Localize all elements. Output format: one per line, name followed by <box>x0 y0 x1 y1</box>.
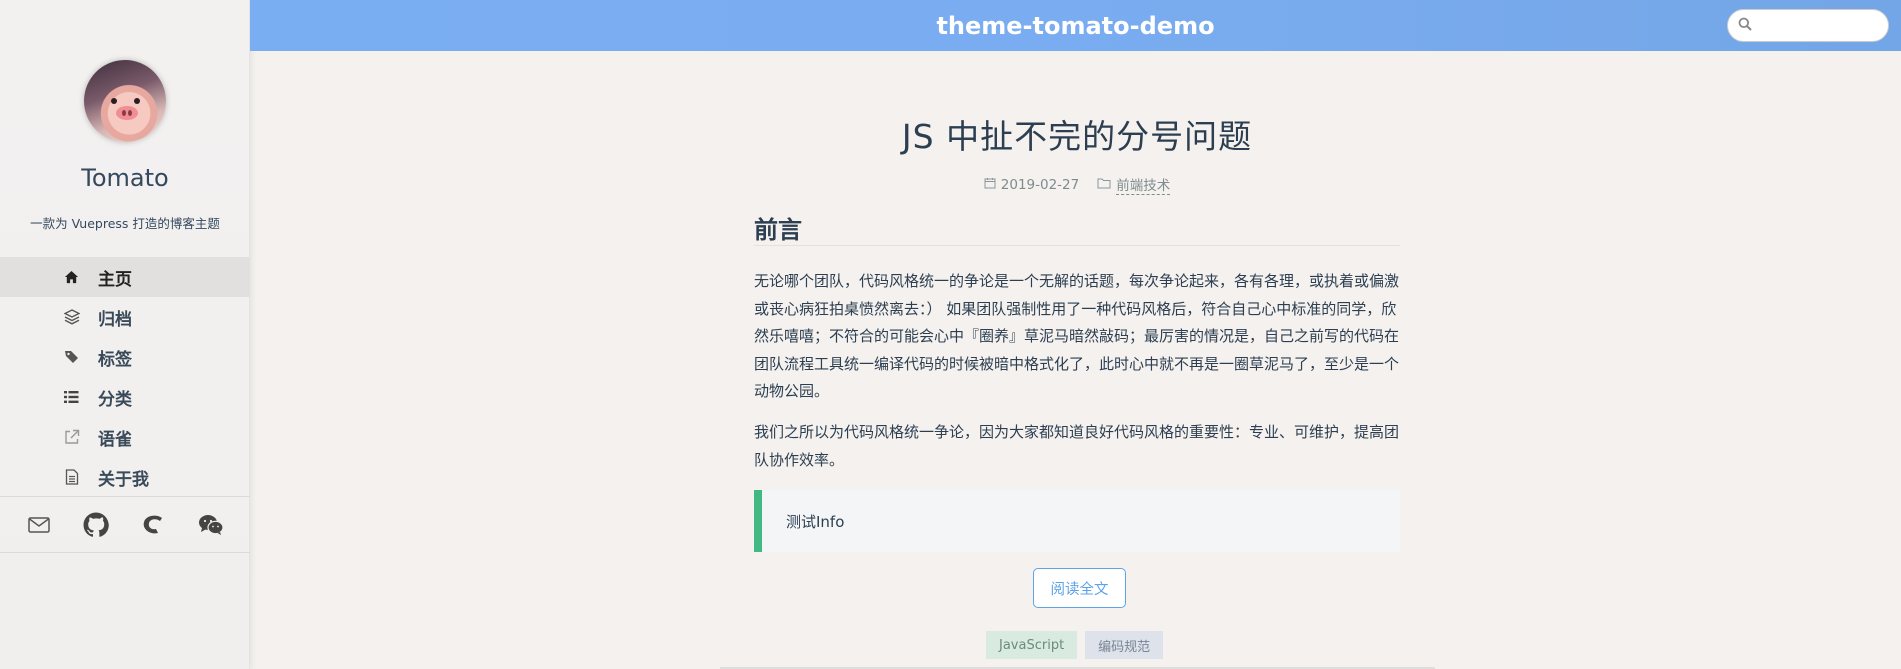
list-icon <box>63 389 80 406</box>
search-icon <box>1738 16 1752 35</box>
sidebar-item-label: 语雀 <box>98 429 132 450</box>
post-meta: 2019-02-27 前端技术 <box>754 174 1400 195</box>
post-date: 2019-02-27 <box>984 177 1079 193</box>
post-paragraph: 我们之所以为代码风格统一争论，因为大家都知道良好代码风格的重要性：专业、可维护，… <box>754 423 1400 469</box>
avatar-eye-left <box>111 98 117 104</box>
search-input[interactable] <box>1758 17 1878 34</box>
sidebar-item-label: 标签 <box>98 349 132 370</box>
yuque-icon[interactable] <box>140 511 168 539</box>
folder-icon <box>1097 177 1111 193</box>
sidebar-item-label: 归档 <box>98 309 132 330</box>
post-category: 前端技术 <box>1097 174 1171 195</box>
site-title[interactable]: theme-tomato-demo <box>250 0 1901 51</box>
avatar-eye-right <box>134 98 140 104</box>
social-links <box>0 496 250 553</box>
post-tags: JavaScript 编码规范 <box>986 631 1164 659</box>
tag-javascript[interactable]: JavaScript <box>986 631 1078 659</box>
wechat-icon[interactable] <box>197 511 225 539</box>
sidebar-nav: 主页 归档 标签 分类 语雀 关于我 <box>0 257 250 497</box>
sidebar-item-home[interactable]: 主页 <box>0 257 250 297</box>
post-paragraph: 无论哪个团队，代码风格统一的争论是一个无解的话题，每次争论起来，各有各理，或执着… <box>754 272 1400 400</box>
sidebar-item-label: 关于我 <box>98 469 149 490</box>
sidebar-item-label: 主页 <box>98 269 132 290</box>
post-category-link[interactable]: 前端技术 <box>1116 174 1171 195</box>
sidebar-item-about[interactable]: 关于我 <box>0 457 250 497</box>
sidebar: Tomato 一款为 Vuepress 打造的博客主题 主页 归档 标签 分类 <box>0 0 250 669</box>
post-date-text: 2019-02-27 <box>1000 176 1080 193</box>
github-icon[interactable] <box>82 511 110 539</box>
read-more-button[interactable]: 阅读全文 <box>1033 568 1126 608</box>
sidebar-item-tags[interactable]: 标签 <box>0 337 250 377</box>
site-name: Tomato <box>81 164 169 192</box>
site-description: 一款为 Vuepress 打造的博客主题 <box>30 216 220 231</box>
info-tip-block: 测试Info <box>754 490 1400 552</box>
home-icon <box>63 269 80 286</box>
post-title[interactable]: JS 中扯不完的分号问题 <box>754 110 1400 158</box>
sidebar-item-label: 分类 <box>98 389 132 410</box>
tags-icon <box>63 349 80 366</box>
layers-icon <box>63 309 80 326</box>
external-link-icon <box>63 429 80 446</box>
search-box[interactable] <box>1727 9 1889 42</box>
avatar-snout <box>116 106 138 120</box>
info-tip-text: 测试Info <box>786 512 845 531</box>
avatar[interactable] <box>84 60 166 142</box>
sidebar-item-archive[interactable]: 归档 <box>0 297 250 337</box>
section-heading: 前言 <box>754 210 1400 246</box>
sidebar-item-categories[interactable]: 分类 <box>0 377 250 417</box>
document-icon <box>63 469 80 486</box>
mail-icon[interactable] <box>25 511 53 539</box>
top-header: theme-tomato-demo <box>250 0 1901 51</box>
sidebar-item-yuque[interactable]: 语雀 <box>0 417 250 457</box>
tag-coding-standards[interactable]: 编码规范 <box>1085 631 1164 659</box>
calendar-icon <box>984 177 996 193</box>
